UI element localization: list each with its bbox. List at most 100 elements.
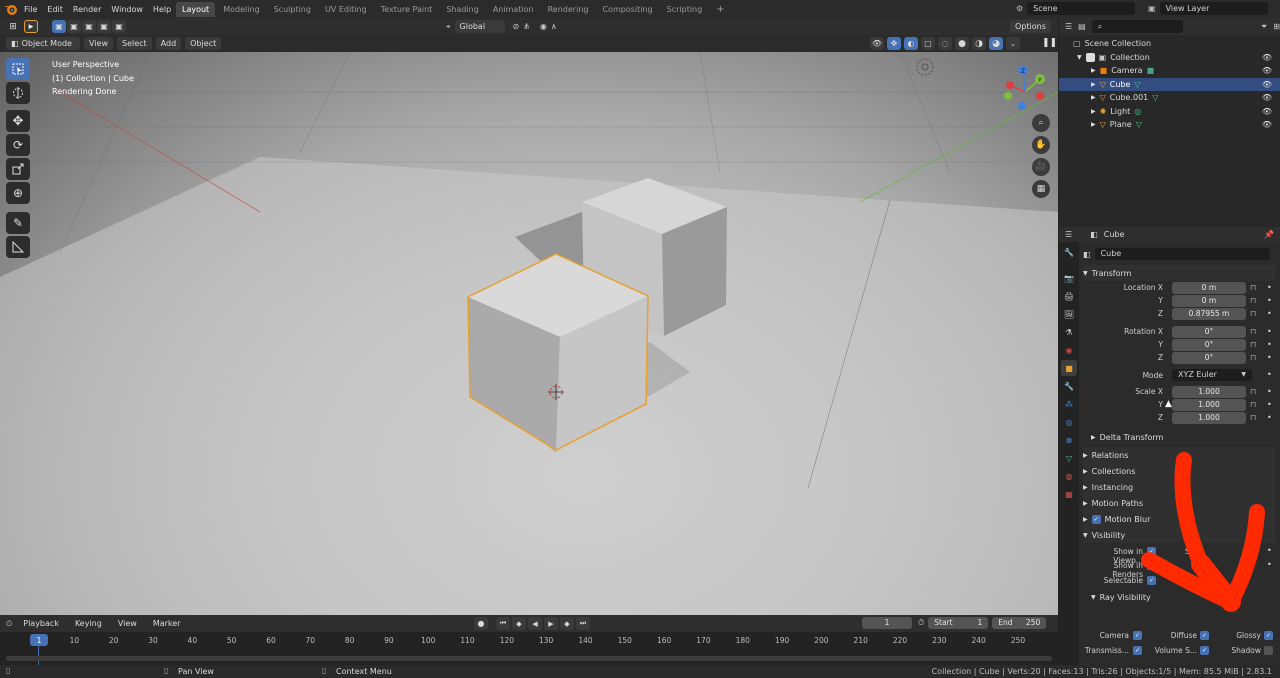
shading-wireframe-icon[interactable]: ◌ [938,37,952,50]
menu-select[interactable]: Select [116,37,152,50]
select-box-icon[interactable] [6,58,30,80]
modifier-tab-icon[interactable]: 🔧 [1061,378,1077,394]
scale-tool-icon[interactable] [6,158,30,180]
outliner-item-cube[interactable]: ▶ ▽ Cube ▽ 👁 [1059,77,1280,91]
scene-tab-icon[interactable]: ⚗ [1061,324,1077,340]
outliner-item-plane[interactable]: ▶ ▽ Plane ▽ 👁 [1059,118,1280,132]
rotation-x-field[interactable]: 0° [1172,326,1246,338]
texture-tab-icon[interactable]: ▦ [1061,486,1077,502]
keyframe-dot-icon[interactable]: • [1267,327,1272,336]
location-z-field[interactable]: 0.87955 m [1172,308,1246,320]
outliner-item-cube-001[interactable]: ▶ ▽ Cube.001 ▽ 👁 [1059,91,1280,105]
new-collection-icon[interactable]: ⊞ [1273,22,1280,31]
keyframe-dot-icon[interactable]: • [1267,296,1272,305]
menu-edit[interactable]: Edit [47,5,63,14]
tab-scripting[interactable]: Scripting [661,2,709,17]
timeline-editor-icon[interactable]: ⏲ [6,619,12,629]
ray-glossy-checkbox[interactable]: ✓ [1264,631,1273,640]
ortho-grid-icon[interactable]: ▦ [1032,180,1050,198]
chevron-right-icon[interactable]: ▶ [1091,67,1096,74]
measure-tool-icon[interactable] [6,236,30,258]
xray-toggle-icon[interactable]: ▢ [921,37,935,50]
tool-tab-icon[interactable]: 🔧 [1061,244,1077,260]
pin-icon[interactable]: 📌 [1264,230,1274,239]
keyframe-dot-icon[interactable]: • [1267,353,1272,362]
menu-add[interactable]: Add [155,37,182,50]
tab-compositing[interactable]: Compositing [596,2,658,17]
play-reverse-icon[interactable]: ◀ [528,617,542,630]
proportional-edit-icon[interactable]: ◉ [540,22,547,31]
visibility-toggle-icon[interactable]: 👁 [870,37,884,50]
motion-blur-checkbox[interactable]: ✓ [1091,514,1101,524]
outliner-item-light[interactable]: ▶ ✺ Light ◎ 👁 [1059,105,1280,119]
tab-texture-paint[interactable]: Texture Paint [375,2,439,17]
shading-options-icon[interactable]: ⌄ [1006,37,1020,50]
particles-tab-icon[interactable]: ⁂ [1061,396,1077,412]
gizmo-toggle-icon[interactable]: ✥ [887,37,901,50]
add-workspace-button[interactable]: + [710,2,730,17]
rotation-mode-dropdown[interactable]: XYZ Euler ▼ [1172,369,1252,381]
timeline-scrollbar[interactable] [6,656,1052,661]
shading-material-icon[interactable]: ◑ [972,37,986,50]
delta-transform-header[interactable]: ▶ Delta Transform [1083,429,1275,445]
menu-view[interactable]: View [84,37,113,50]
view-layer-selector[interactable]: ▣ View Layer [1148,2,1268,15]
orientation-dropdown[interactable]: Global [454,20,505,33]
output-tab-icon[interactable]: 🖨 [1061,288,1077,304]
rotation-z-field[interactable]: 0° [1172,352,1246,364]
ray-volume-checkbox[interactable]: ✓ [1200,646,1209,655]
select-intersect-icon[interactable]: ▣ [112,20,126,33]
menu-timeline-view[interactable]: View [113,617,142,630]
scene-collection-row[interactable]: ▢ Scene Collection [1059,37,1280,51]
tab-animation[interactable]: Animation [487,2,540,17]
lock-icon[interactable]: ⊓ [1250,340,1256,349]
options-dropdown[interactable]: Options [1010,20,1051,33]
move-tool-icon[interactable]: ✥ [6,110,30,132]
next-keyframe-icon[interactable]: ◆ [560,617,574,630]
select-box-tool-icon[interactable]: ▸ [24,20,38,33]
mode-dropdown[interactable]: ◧ Object Mode [6,37,80,50]
chevron-right-icon[interactable]: ▶ [1091,121,1096,128]
display-mode-icon[interactable]: ▤ [1078,22,1086,31]
pivot-icon[interactable]: ⊘ [513,22,520,31]
constraints-tab-icon[interactable]: ⊗ [1061,432,1077,448]
menu-file[interactable]: File [24,5,37,14]
pan-hand-icon[interactable]: ✋ [1032,136,1050,154]
chevron-right-icon[interactable]: ▶ [1091,108,1096,115]
collection-row[interactable]: ▼ ▣ Collection 👁 [1059,51,1280,65]
physics-tab-icon[interactable]: ◎ [1061,414,1077,430]
location-y-field[interactable]: 0 m [1172,295,1246,307]
transform-tool-icon[interactable]: ⊕ [6,182,30,204]
plane-visibility-eye-icon[interactable]: 👁 [1262,120,1272,129]
ray-diffuse-checkbox[interactable]: ✓ [1200,631,1209,640]
annotate-tool-icon[interactable]: ✎ [6,212,30,234]
snap-icon[interactable]: ⋔ [523,22,530,31]
chevron-right-icon[interactable]: ▶ [1091,94,1096,101]
zoom-icon[interactable]: ⌕ [1032,114,1050,132]
tab-shading[interactable]: Shading [440,2,485,17]
tab-uv-editing[interactable]: UV Editing [319,2,373,17]
blender-logo-icon[interactable] [3,2,19,16]
view-layer-tab-icon[interactable]: 🖼 [1061,306,1077,322]
select-subtract-icon[interactable]: ▣ [82,20,96,33]
keyframe-dot-icon[interactable]: • [1267,309,1272,318]
keyframe-dot-icon[interactable]: • [1267,283,1272,292]
keyframe-dot-icon[interactable]: • [1267,413,1272,422]
end-frame-field[interactable]: End 250 [992,617,1047,629]
chevron-right-icon[interactable]: ▶ [1091,81,1096,88]
select-invert-icon[interactable]: ▣ [97,20,111,33]
scale-x-field[interactable]: 1.000 [1172,386,1246,398]
location-x-field[interactable]: 0 m [1172,282,1246,294]
render-tab-icon[interactable]: 📷 [1061,270,1077,286]
current-frame-field[interactable]: 1 [862,617,912,629]
object-tab-icon[interactable]: ■ [1061,360,1077,376]
outliner-editor-icon[interactable]: ☰ [1065,22,1072,31]
outliner-search-input[interactable]: ⌕ [1091,20,1183,33]
rotate-tool-icon[interactable]: ⟳ [6,134,30,156]
shading-rendered-icon[interactable]: ◕ [989,37,1003,50]
menu-keying[interactable]: Keying [70,617,107,630]
world-tab-icon[interactable]: ◉ [1061,342,1077,358]
3d-viewport[interactable]: User Perspective (1) Collection | Cube R… [0,52,1058,615]
lock-icon[interactable]: ⊓ [1250,400,1256,409]
lock-icon[interactable]: ⊓ [1250,283,1256,292]
